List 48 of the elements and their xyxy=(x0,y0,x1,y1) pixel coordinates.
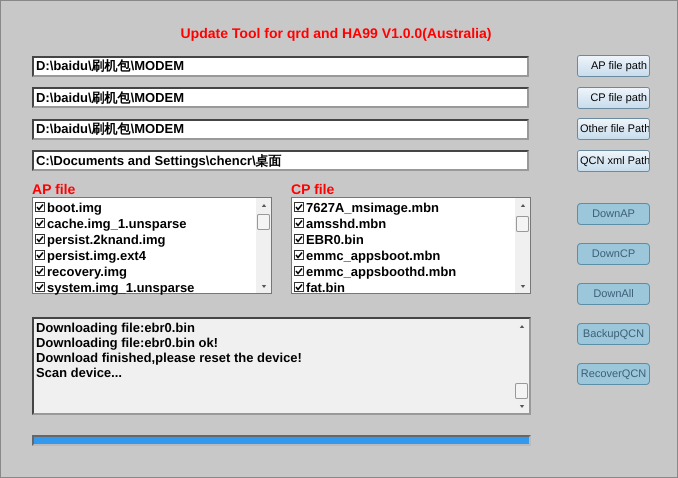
list-label: CP file xyxy=(291,181,336,197)
file-name: EBR0.bin xyxy=(306,232,364,246)
scroll-down-icon[interactable] xyxy=(518,404,524,409)
checkbox[interactable] xyxy=(35,218,45,228)
scroll-up-icon[interactable] xyxy=(260,203,266,208)
file-name: system.img_1.unsparse xyxy=(47,280,194,294)
checkbox[interactable] xyxy=(35,234,45,244)
file-name: emmc_appsboot.mbn xyxy=(306,248,440,262)
file-name: persist.img.ext4 xyxy=(47,248,146,262)
scroll-up-icon[interactable] xyxy=(520,203,526,208)
file-name: emmc_appsboothd.mbn xyxy=(306,264,456,278)
log-line: Scan device... xyxy=(36,365,123,380)
log-line: Download finished,please reset the device! xyxy=(36,350,303,365)
file-name: amsshd.mbn xyxy=(306,216,386,230)
file-name: fat.bin xyxy=(306,280,345,294)
path-button[interactable]: CP file path xyxy=(577,86,650,108)
checkbox[interactable] xyxy=(35,282,45,292)
path-field[interactable]: C:\Documents and Settings\chencr\桌面 xyxy=(32,150,529,171)
scroll-thumb[interactable] xyxy=(515,383,528,399)
file-name: 7627A_msimage.mbn xyxy=(306,200,439,214)
path-field[interactable]: D:\baidu\刷机包\MODEM xyxy=(32,118,529,140)
scroll-thumb[interactable] xyxy=(516,216,529,232)
scroll-thumb[interactable] xyxy=(257,214,270,230)
scrollbar[interactable] xyxy=(515,198,530,293)
checkbox[interactable] xyxy=(35,266,45,276)
scrollbar[interactable] xyxy=(256,198,271,293)
file-name: persist.2knand.img xyxy=(47,232,166,246)
checkbox[interactable] xyxy=(294,202,304,212)
scroll-down-icon[interactable] xyxy=(520,284,526,289)
list-label: AP file xyxy=(32,181,76,197)
file-name: boot.img xyxy=(47,200,102,214)
scroll-down-icon[interactable] xyxy=(260,284,266,289)
checkbox[interactable] xyxy=(294,250,304,260)
path-button[interactable]: AP file path xyxy=(577,55,650,77)
app-title: Update Tool for qrd and HA99 V1.0.0(Australia) xyxy=(180,25,492,41)
log-line: Downloading file:ebr0.bin xyxy=(36,320,196,335)
file-name: recovery.img xyxy=(47,264,127,278)
scroll-up-icon[interactable] xyxy=(518,324,524,329)
path-field[interactable]: D:\baidu\刷机包\MODEM xyxy=(32,56,529,76)
checkbox[interactable] xyxy=(294,266,304,276)
checkbox[interactable] xyxy=(294,218,304,228)
path-field[interactable]: D:\baidu\刷机包\MODEM xyxy=(32,87,529,108)
log-line: Downloading file:ebr0.bin ok! xyxy=(36,335,219,350)
checkbox[interactable] xyxy=(35,250,45,260)
checkbox[interactable] xyxy=(294,234,304,244)
checkbox[interactable] xyxy=(35,202,45,212)
checkbox[interactable] xyxy=(294,282,304,292)
file-name: cache.img_1.unsparse xyxy=(47,216,186,230)
